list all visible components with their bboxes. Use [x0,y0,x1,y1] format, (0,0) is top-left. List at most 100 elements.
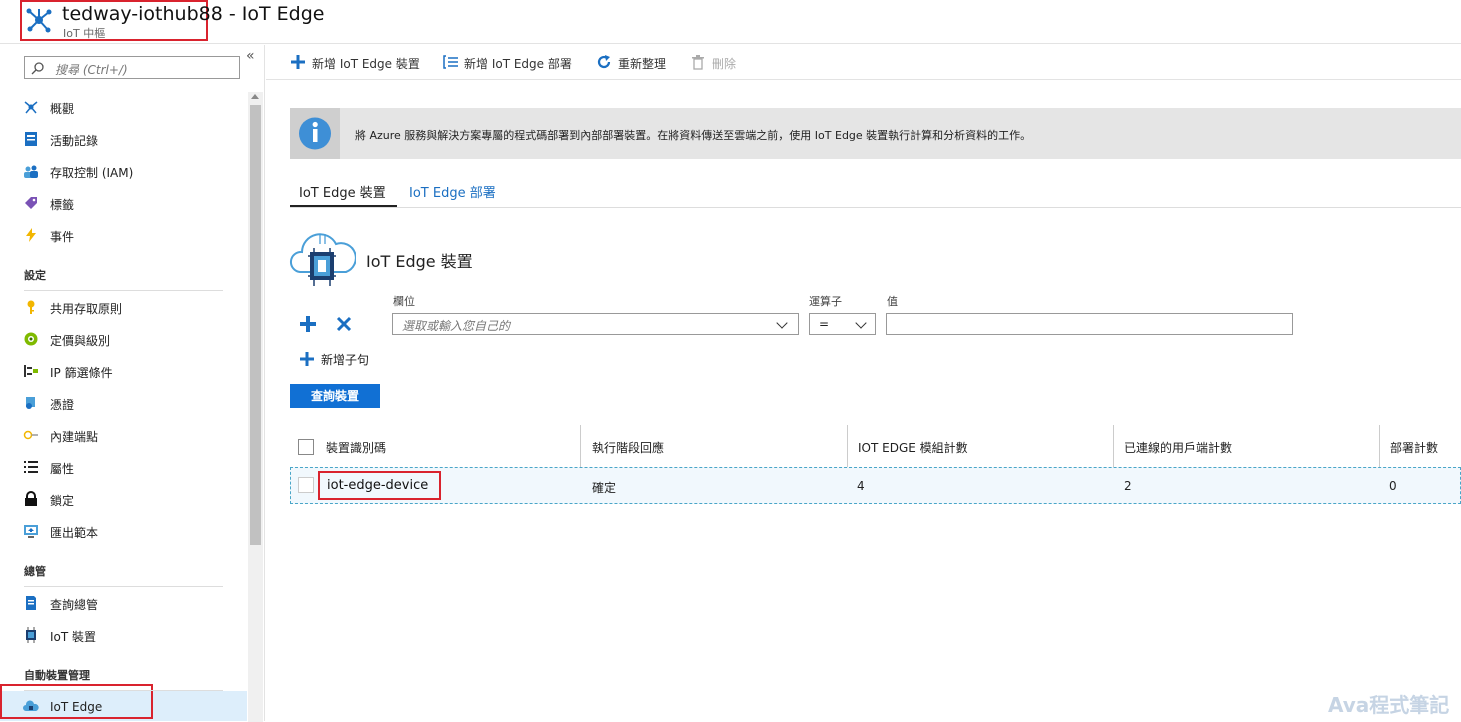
operator-select-value: = [819,317,830,331]
remove-filter-x-icon[interactable] [335,315,353,333]
operator-label: 運算子 [809,295,842,308]
column-header-connected-clients[interactable]: 已連線的用戶端計數 [1124,439,1232,456]
add-clause-label: 新增子句 [321,353,370,367]
page-subtitle: IoT 中樞 [63,27,106,40]
column-header-module-count[interactable]: IOT EDGE 模組計數 [858,439,968,456]
activity-log-icon [25,132,37,146]
sidebar-item-label: 內建端點 [50,430,99,444]
cell-deployment-count: 0 [1389,479,1397,493]
sidebar-item-iot-devices[interactable]: IoT 裝置 [20,623,244,647]
section-divider [24,690,223,691]
lock-icon [25,491,37,506]
row-checkbox[interactable] [298,477,314,493]
lightning-icon [26,228,36,242]
column-divider [1113,425,1114,467]
sidebar-item-pricing[interactable]: 定價與級別 [20,327,244,351]
plus-icon [300,352,314,366]
sidebar-item-locks[interactable]: 鎖定 [20,487,244,511]
operator-select[interactable]: = [809,313,876,335]
sidebar-item-label: 鎖定 [50,494,75,508]
sidebar-item-overview[interactable]: 概觀 [20,95,244,119]
info-banner: 將 Azure 服務與解決方案專屬的程式碼部署到內部部署裝置。在將資料傳送至雲端… [290,108,1461,159]
column-header-runtime-response[interactable]: 執行階段回應 [592,439,664,456]
info-banner-text: 將 Azure 服務與解決方案專屬的程式碼部署到內部部署裝置。在將資料傳送至雲端… [355,129,1032,142]
sidebar-scrollbar[interactable] [248,92,263,722]
sidebar-item-label: 存取控制 (IAM) [50,166,134,180]
tab-iot-edge-devices[interactable]: IoT Edge 裝置 [299,182,386,201]
sidebar-section-explorers: 總管 [24,565,46,578]
table-row[interactable]: 確定 4 2 0 [290,467,1461,504]
sidebar-item-certificates[interactable]: 憑證 [20,391,244,415]
export-template-icon [24,525,38,538]
sidebar-item-query-explorer[interactable]: 查詢總管 [20,591,244,615]
sidebar-item-iam[interactable]: 存取控制 (IAM) [20,159,244,183]
add-filter-plus-icon[interactable] [298,314,318,334]
query-devices-button[interactable]: 查詢裝置 [290,384,380,408]
device-id-link[interactable]: iot-edge-device [327,478,428,493]
sidebar-item-iot-edge[interactable]: IoT Edge [20,695,244,719]
add-device-label: 新增 IoT Edge 裝置 [312,57,420,71]
sidebar-item-tags[interactable]: 標籤 [20,191,244,215]
sidebar-item-builtin-endpoints[interactable]: 內建端點 [20,423,244,447]
column-header-deployment-count[interactable]: 部署計數 [1390,439,1438,456]
sidebar-item-label: 屬性 [50,462,75,476]
cell-client-count: 2 [1124,479,1132,493]
plus-icon [291,55,305,69]
sidebar-item-export-template[interactable]: 匯出範本 [20,519,244,543]
sidebar-item-label: IoT 裝置 [50,630,97,644]
ip-filter-icon [24,365,38,377]
field-select[interactable]: 選取或輸入您自己的 [392,313,799,335]
add-deployment-label: 新增 IoT Edge 部署 [464,57,572,71]
pricing-icon [24,332,38,346]
endpoint-icon [23,430,38,440]
value-input[interactable] [886,313,1293,335]
sidebar-item-label: IP 篩選條件 [50,366,113,380]
section-title: IoT Edge 裝置 [366,252,473,271]
refresh-icon [597,55,611,69]
cell-module-count: 4 [857,479,865,493]
iot-edge-cloud-icon [290,233,356,286]
sidebar-item-label: 概觀 [50,102,75,116]
iam-icon [24,165,38,178]
add-clause-button[interactable]: 新增子句 [299,350,389,368]
tab-iot-edge-deployments[interactable]: IoT Edge 部署 [409,182,496,201]
sidebar-item-events[interactable]: 事件 [20,223,244,247]
section-divider [24,586,223,587]
sidebar-item-ip-filter[interactable]: IP 篩選條件 [20,359,244,383]
scrollbar-thumb[interactable] [250,105,261,545]
scroll-up-arrow-icon[interactable] [251,94,259,99]
refresh-label: 重新整理 [618,57,667,71]
cell-runtime-response: 確定 [592,481,617,495]
overview-icon [24,101,38,114]
search-icon [31,62,44,75]
sidebar-item-label: 共用存取原則 [50,302,123,316]
field-label: 欄位 [393,295,415,308]
delete-label: 刪除 [712,57,737,71]
title-bar: tedway-iothub88 - IoT Edge IoT 中樞 [0,0,1461,44]
table-header-row: 裝置識別碼 執行階段回應 IOT EDGE 模組計數 已連線的用戶端計數 部署計… [290,425,1461,467]
query-explorer-icon [26,596,36,610]
sidebar-item-properties[interactable]: 屬性 [20,455,244,479]
iot-device-icon [26,627,36,643]
sidebar-section-automatic-device-management: 自動裝置管理 [24,669,90,682]
sidebar-item-activity-log[interactable]: 活動記錄 [20,127,244,151]
iot-edge-icon [23,700,39,711]
column-header-device-id[interactable]: 裝置識別碼 [326,439,386,456]
tag-icon [25,197,37,209]
sidebar-item-shared-access-policies[interactable]: 共用存取原則 [20,295,244,319]
sidebar-item-label: 匯出範本 [50,526,99,540]
sidebar-section-settings: 設定 [24,269,46,282]
sidebar-item-label: 定價與級別 [50,334,111,348]
search-input[interactable]: 搜尋 (Ctrl+/) [24,56,240,79]
iot-hub-icon [26,8,52,33]
search-placeholder: 搜尋 (Ctrl+/) [55,63,128,77]
column-divider [847,425,848,467]
sidebar-item-label: 標籤 [50,198,75,212]
sidebar: « 搜尋 (Ctrl+/) 概觀 活動記錄 存取控制 (IAM) 標籤 事件 設… [0,45,265,722]
chevron-down-icon [855,317,867,329]
sidebar-item-label: 查詢總管 [50,598,99,612]
collapse-sidebar-button[interactable]: « [246,48,255,64]
tabs-divider [290,207,1461,208]
info-icon-container [290,108,340,159]
select-all-checkbox[interactable] [298,439,314,455]
